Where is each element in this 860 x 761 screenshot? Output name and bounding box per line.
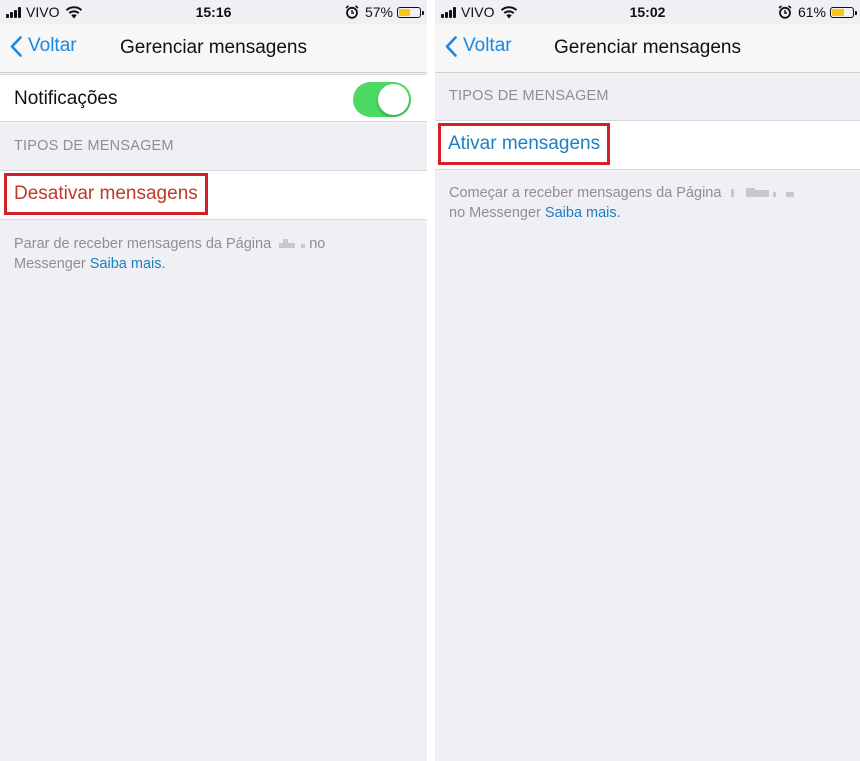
battery-icon <box>830 6 857 18</box>
footer-text-line2: no Messenger <box>449 205 541 222</box>
alarm-icon <box>778 5 792 19</box>
page-title: Gerenciar mensagens <box>554 37 741 58</box>
footer-text-after: no <box>309 236 326 252</box>
notifications-toggle[interactable] <box>353 82 411 117</box>
battery-icon <box>397 6 424 18</box>
enable-messages-row[interactable]: Ativar mensagens <box>435 120 860 170</box>
page-title: Gerenciar mensagens <box>120 37 307 58</box>
learn-more-link[interactable]: Saiba mais. <box>545 205 621 221</box>
redacted-page-name <box>725 183 795 203</box>
disable-messages-button[interactable]: Desativar mensagens <box>4 173 208 215</box>
footer-description: Parar de receber mensagens da Página no … <box>14 234 413 274</box>
phone-screen-right: VIVO 15:02 61% Voltar Gerenciar mensagen… <box>435 0 860 761</box>
disable-messages-row[interactable]: Desativar mensagens <box>0 170 427 220</box>
battery-percentage: 61% <box>797 4 826 20</box>
navigation-bar: Voltar Gerenciar mensagens <box>435 24 860 73</box>
section-header: TIPOS DE MENSAGEM <box>14 138 174 154</box>
learn-more-link[interactable]: Saiba mais. <box>90 256 166 272</box>
redacted-page-name <box>275 234 306 254</box>
alarm-icon <box>345 5 359 19</box>
section-header: TIPOS DE MENSAGEM <box>449 88 609 104</box>
notifications-row: Notificações <box>0 74 427 122</box>
footer-text: Começar a receber mensagens da Página <box>449 185 722 201</box>
battery-percentage: 57% <box>364 4 393 20</box>
phone-screen-left: VIVO 15:16 57% Voltar Gerenciar mensagen… <box>0 0 427 761</box>
status-bar: VIVO 15:16 57% <box>0 0 427 24</box>
notifications-label: Notificações <box>14 88 118 109</box>
toggle-knob <box>378 84 409 115</box>
status-bar: VIVO 15:02 61% <box>435 0 860 24</box>
navigation-bar: Voltar Gerenciar mensagens <box>0 24 427 73</box>
enable-messages-button[interactable]: Ativar mensagens <box>438 123 611 165</box>
footer-text: Parar de receber mensagens da Página <box>14 236 272 252</box>
footer-text-line2: Messenger <box>14 256 86 273</box>
footer-description: Começar a receber mensagens da Página no… <box>449 183 846 223</box>
